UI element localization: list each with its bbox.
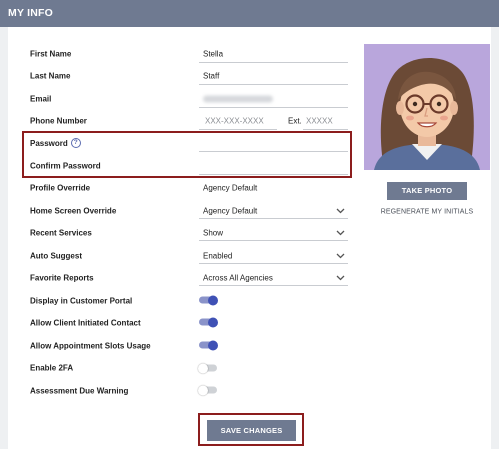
recent-services-label: Recent Services <box>30 228 92 238</box>
toggle-knob <box>198 363 208 373</box>
ext-label: Ext. <box>288 116 302 126</box>
take-photo-button[interactable]: TAKE PHOTO <box>387 182 467 200</box>
favorite-reports-underline <box>199 285 348 286</box>
toggle-label-enable-2fa: Enable 2FA <box>30 363 74 373</box>
home-screen-override-label: Home Screen Override <box>30 206 117 216</box>
toggle-enable-2fa[interactable] <box>198 363 217 373</box>
home-screen-override-select[interactable]: Agency Default <box>203 207 257 216</box>
toggle-knob <box>208 295 218 305</box>
avatar <box>364 44 490 170</box>
toggle-label-allow-appointment-slots-usage: Allow Appointment Slots Usage <box>30 341 151 351</box>
ext-underline <box>303 129 348 130</box>
favorite-reports-select[interactable]: Across All Agencies <box>203 274 273 283</box>
phone-underline <box>199 129 277 130</box>
email-underline <box>199 107 348 108</box>
toggle-label-display-in-customer-portal: Display in Customer Portal <box>30 296 133 306</box>
chevron-down-icon[interactable] <box>336 253 345 259</box>
chevron-down-icon[interactable] <box>336 230 345 236</box>
toggle-knob <box>208 317 218 327</box>
toggle-label-allow-client-initiated-contact: Allow Client Initiated Contact <box>30 318 141 328</box>
first-name-underline <box>199 62 348 63</box>
page-title: MY INFO <box>8 7 53 19</box>
auto-suggest-label: Auto Suggest <box>30 251 82 261</box>
chevron-down-icon[interactable] <box>336 275 345 281</box>
profile-override-value: Agency Default <box>203 183 258 193</box>
home-screen-override-underline <box>199 218 348 219</box>
recent-services-underline <box>199 240 348 241</box>
last-name-input[interactable]: Staff <box>203 72 219 81</box>
auto-suggest-underline <box>199 263 348 264</box>
last-name-label: Last Name <box>30 71 71 81</box>
first-name-input[interactable]: Stella <box>203 50 223 59</box>
auto-suggest-select[interactable]: Enabled <box>203 252 232 261</box>
email-label: Email <box>30 94 52 104</box>
first-name-label: First Name <box>30 49 72 59</box>
phone-label: Phone Number <box>30 116 87 126</box>
toggle-knob <box>208 340 218 350</box>
last-name-underline <box>199 84 348 85</box>
save-changes-button[interactable]: SAVE CHANGES <box>207 420 296 441</box>
profile-override-label: Profile Override <box>30 183 91 193</box>
password-highlight-box <box>22 131 352 178</box>
toggle-allow-appointment-slots-usage[interactable] <box>199 340 218 350</box>
toggle-display-in-customer-portal[interactable] <box>199 295 218 305</box>
page-header: MY INFO <box>0 0 499 27</box>
email-input-redacted[interactable] <box>203 95 273 103</box>
toggle-allow-client-initiated-contact[interactable] <box>199 317 218 327</box>
regenerate-initials-link[interactable]: REGENERATE MY INITIALS <box>381 209 474 216</box>
toggle-assessment-due-warning[interactable] <box>198 385 217 395</box>
recent-services-select[interactable]: Show <box>203 229 223 238</box>
phone-input[interactable]: XXX-XXX-XXXX <box>205 117 264 126</box>
chevron-down-icon[interactable] <box>336 208 345 214</box>
toggle-label-assessment-due-warning: Assessment Due Warning <box>30 386 129 396</box>
favorite-reports-label: Favorite Reports <box>30 273 94 283</box>
toggle-knob <box>198 385 208 395</box>
ext-input[interactable]: XXXXX <box>306 117 333 126</box>
